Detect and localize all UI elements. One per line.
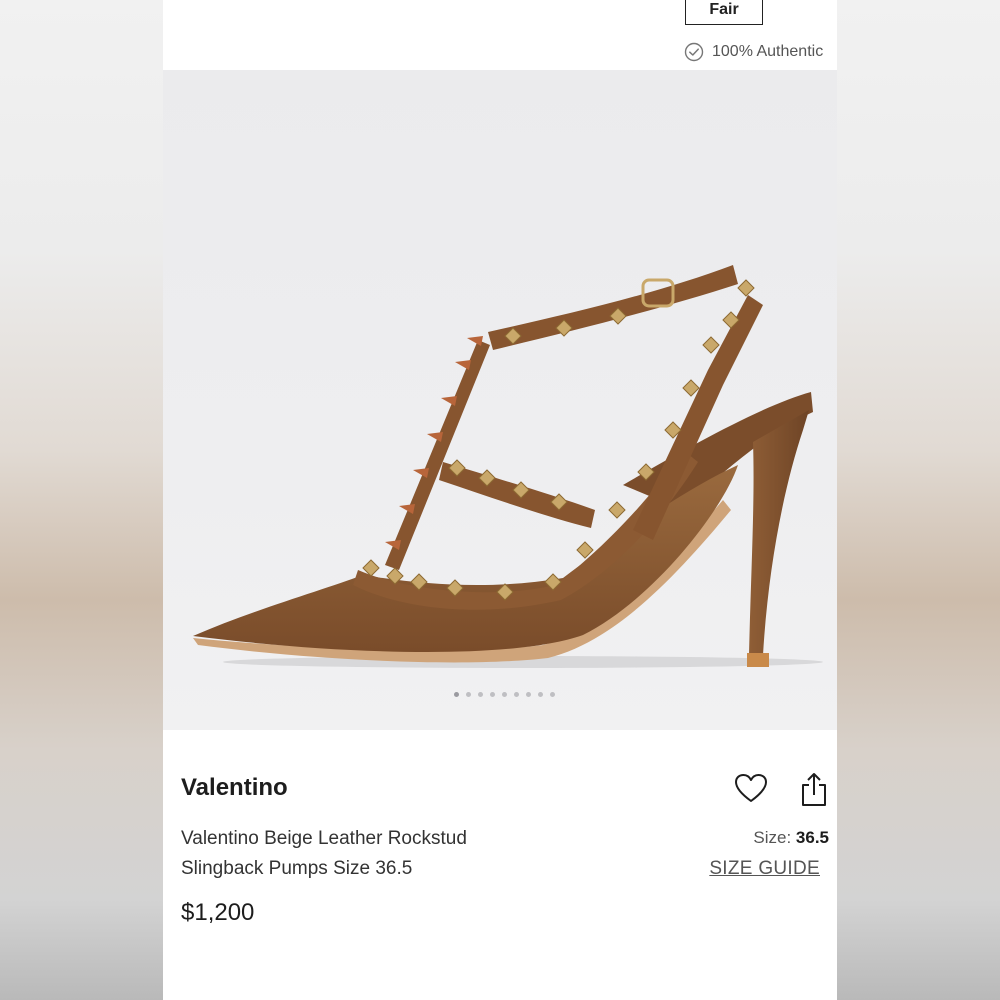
product-photo	[193, 265, 823, 668]
authenticity-label: 100% Authentic	[684, 40, 823, 64]
product-info-panel: Valentino Valentino Beige Leather Rockst…	[163, 734, 837, 1000]
carousel-dot[interactable]	[537, 692, 543, 697]
condition-badge: Fair	[685, 0, 763, 25]
check-circle-icon	[684, 42, 704, 62]
size-info: Size: 36.5	[753, 828, 829, 848]
size-value: 36.5	[795, 828, 829, 847]
carousel-dot[interactable]	[501, 692, 507, 697]
like-button[interactable]	[733, 770, 769, 806]
app-screen: Fair 100% Authentic Valentino Valentino …	[163, 0, 837, 1000]
blurred-background-left	[0, 0, 163, 1000]
heart-icon	[735, 774, 767, 802]
carousel-dot[interactable]	[465, 692, 471, 697]
carousel-dot[interactable]	[513, 692, 519, 697]
product-price: $1,200	[181, 899, 255, 926]
carousel-dot[interactable]	[489, 692, 495, 697]
brand-name[interactable]: Valentino	[181, 774, 288, 802]
listing-header-strip: Fair 100% Authentic	[163, 0, 837, 70]
product-title-line-1: Valentino Beige Leather Rockstud	[181, 828, 467, 849]
size-guide-link[interactable]: SIZE GUIDE	[709, 858, 820, 880]
size-label: Size:	[753, 828, 796, 847]
share-button[interactable]	[798, 770, 830, 808]
authentic-text: 100% Authentic	[712, 43, 824, 60]
blurred-background-right	[837, 0, 1000, 1000]
carousel-pagination[interactable]	[163, 692, 837, 697]
carousel-dot[interactable]	[525, 692, 531, 697]
product-image-carousel[interactable]	[163, 70, 837, 730]
product-title: Valentino Beige Leather Rockstud Slingba…	[181, 824, 561, 884]
carousel-dot[interactable]	[549, 692, 555, 697]
product-title-line-2: Slingback Pumps Size 36.5	[181, 858, 413, 879]
carousel-dot[interactable]	[453, 692, 459, 697]
share-icon	[802, 773, 826, 806]
carousel-dot[interactable]	[477, 692, 483, 697]
